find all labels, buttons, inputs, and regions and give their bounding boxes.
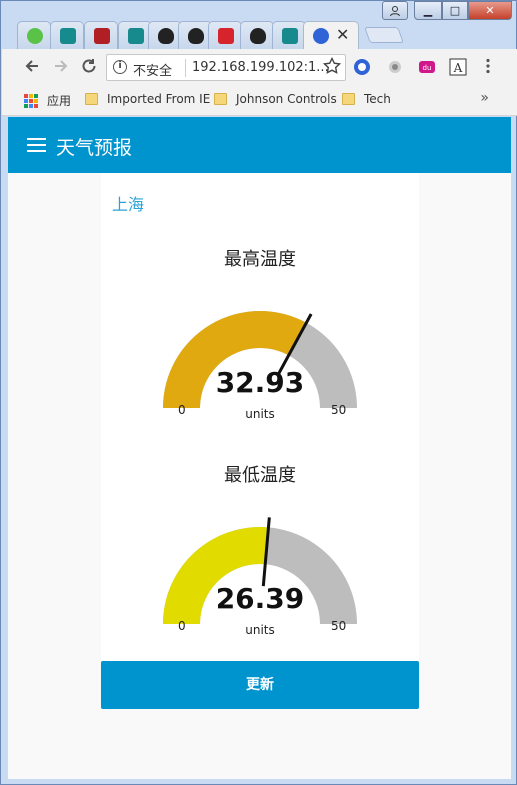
bookmark-apps[interactable]: 应用: [24, 92, 71, 109]
hamburger-menu-icon[interactable]: [27, 138, 46, 152]
update-button[interactable]: 更新: [101, 661, 419, 709]
browser-tab[interactable]: [118, 21, 152, 49]
maximize-button[interactable]: □: [442, 1, 468, 20]
tux-icon: [158, 28, 174, 44]
bookmark-folder[interactable]: Tech: [342, 92, 391, 106]
bing-icon: [282, 28, 298, 44]
new-tab-button[interactable]: [364, 27, 404, 43]
browser-tab[interactable]: [178, 21, 212, 49]
browser-tab-active[interactable]: ✕: [303, 21, 359, 49]
bookmark-star-icon[interactable]: [322, 56, 342, 77]
close-tab-icon[interactable]: ✕: [336, 25, 349, 44]
bookmark-folder[interactable]: Johnson Controls: [214, 92, 337, 106]
browser-toolbar: i 不安全 192.168.199.102:1... du A: [2, 49, 517, 85]
browser-tab[interactable]: [17, 21, 51, 49]
minimize-button[interactable]: ▁: [414, 1, 442, 20]
baidu-extension-icon[interactable]: [353, 58, 371, 76]
gauge-title: 最低温度: [224, 465, 296, 486]
folder-icon: [214, 93, 227, 105]
tux-icon: [188, 28, 204, 44]
page-viewport: 天气预报 上海 最高温度 32.93 units 0 50 最低温度 26.39: [8, 117, 511, 779]
apps-grid-icon: [24, 93, 38, 108]
svg-text:A: A: [453, 61, 463, 75]
app-header: 天气预报: [8, 117, 511, 173]
gauge-max-label: 50: [331, 403, 347, 417]
bookmark-label: Tech: [364, 92, 391, 106]
browser-tab[interactable]: [272, 21, 306, 49]
folder-icon: [342, 93, 355, 105]
du-extension-icon[interactable]: du: [418, 58, 436, 76]
forward-icon[interactable]: [51, 57, 71, 77]
more-bookmarks-icon[interactable]: »: [480, 90, 489, 106]
browser-window: ✕ ▁ □ ✕ i 不安全 192.168.199.102:1... du A …: [0, 0, 517, 785]
tux-icon: [250, 28, 266, 44]
bookmark-label: Johnson Controls: [236, 92, 337, 106]
gauge-min-label: 0: [178, 403, 186, 417]
city-name: 上海: [112, 195, 145, 214]
browser-tab[interactable]: [50, 21, 84, 49]
address-bar[interactable]: i 不安全 192.168.199.102:1...: [106, 54, 346, 81]
gauge-min-label: 0: [178, 619, 186, 633]
gauge-max-label: 50: [331, 619, 347, 633]
security-label[interactable]: 不安全: [133, 60, 172, 79]
circle-extension-icon[interactable]: [386, 58, 404, 76]
svg-text:du: du: [423, 64, 432, 72]
baidu-paw-icon: [313, 28, 329, 44]
bookmark-label: Imported From IE: [107, 92, 211, 106]
netease-icon: [218, 28, 234, 44]
browser-tab[interactable]: [208, 21, 242, 49]
translate-extension-icon[interactable]: A: [449, 58, 467, 76]
tab-strip: ✕ ▁ □ ✕: [1, 1, 517, 49]
menu-kebab-icon[interactable]: [478, 57, 498, 77]
gauge-title: 最高温度: [224, 249, 296, 270]
bing-icon: [60, 28, 76, 44]
browser-tab[interactable]: [240, 21, 274, 49]
divider: [185, 59, 186, 77]
user-profile-icon[interactable]: [382, 1, 408, 20]
weather-card: 上海 最高温度 32.93 units 0 50 最低温度 26.39 unit…: [101, 173, 419, 661]
folder-icon: [85, 93, 98, 105]
close-window-button[interactable]: ✕: [468, 1, 512, 20]
wechat-icon: [27, 28, 43, 44]
app-title: 天气预报: [56, 137, 133, 159]
info-icon[interactable]: i: [113, 60, 127, 74]
gauge-value: 32.93: [215, 366, 305, 399]
back-icon[interactable]: [22, 57, 42, 77]
window-controls: ▁ □ ✕: [382, 1, 512, 21]
bing-icon: [128, 28, 144, 44]
bookmarks-bar: 应用 Imported From IE Johnson Controls Tec…: [2, 85, 517, 116]
browser-tab[interactable]: [148, 21, 182, 49]
gauge-units: units: [245, 407, 275, 421]
bookmark-folder[interactable]: Imported From IE: [85, 92, 210, 106]
gauge-units: units: [245, 623, 275, 637]
bookmark-label: 应用: [47, 94, 72, 108]
browser-tab[interactable]: [84, 21, 118, 49]
url-text[interactable]: 192.168.199.102:1...: [192, 60, 329, 75]
gauge-value: 26.39: [215, 582, 305, 615]
cdc-icon: [94, 28, 110, 44]
reload-icon[interactable]: [79, 57, 99, 77]
